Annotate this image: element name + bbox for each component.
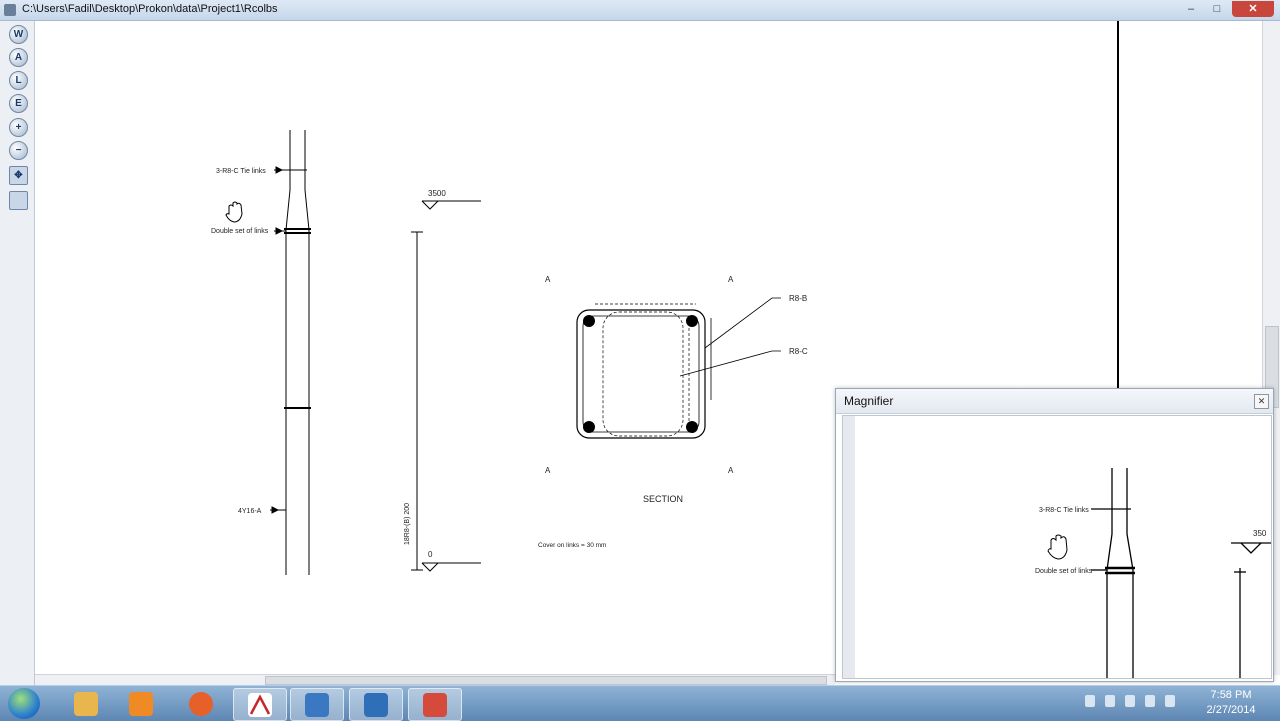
horizontal-scrollbar[interactable] [35,674,835,685]
magnifier-window[interactable]: Magnifier ✕ 3-R8-C Tie links Double set … [835,388,1274,682]
taskbar-media-player[interactable] [115,688,167,719]
window-title: C:\Users\Fadil\Desktop\Prokon\data\Proje… [22,3,278,15]
app-icon [4,4,16,16]
network-icon [364,693,388,717]
double-links-label: Double set of links [211,228,269,235]
taskbar: 7:58 PM 2/27/2014 [0,685,1280,721]
bottom-level-label: 0 [428,550,433,559]
column-elevation [284,130,311,575]
magnifier-close-button[interactable]: ✕ [1254,394,1269,409]
taskbar-prokon[interactable] [233,688,287,721]
hand-cursor-icon [225,201,243,223]
start-button[interactable] [8,688,40,719]
zoom-in-icon[interactable]: + [9,118,28,137]
clock-time: 7:58 PM [1210,689,1252,701]
link-spacing-label: 18R8-(B) 200 [404,503,411,545]
zoom-out-icon[interactable]: − [9,141,28,160]
minimize-button[interactable]: – [1180,1,1202,17]
r8-b-label: R8-B [789,294,807,303]
section-title: SECTION [643,494,683,504]
section-marker-a: A [728,275,734,284]
section-marker-a: A [545,275,551,284]
w-icon[interactable]: W [9,25,28,44]
taskbar-file-explorer[interactable] [60,688,112,719]
section-marker-a: A [728,466,734,475]
left-toolbar: W A L E + − ✥ [0,21,35,685]
magnified-double-links-label: Double set of links [1035,568,1093,575]
horizontal-scroll-thumb[interactable] [265,676,827,685]
r8-c-label: R8-C [789,347,808,356]
magnified-hand-cursor-icon [1047,534,1068,560]
rebar-dots [583,315,698,433]
top-level-label: 3500 [428,189,446,198]
system-tray [1085,694,1195,714]
window-titlebar: C:\Users\Fadil\Desktop\Prokon\data\Proje… [0,0,1280,21]
taskbar-network-app[interactable] [349,688,403,721]
magnified-level-label: 350 [1253,529,1267,538]
system-clock[interactable]: 7:58 PM 2/27/2014 [1196,688,1266,718]
maximize-button[interactable]: □ [1206,1,1228,17]
taskbar-dice-app[interactable] [408,688,462,721]
close-button[interactable]: ✕ [1232,1,1274,17]
taskbar-outlook[interactable] [290,688,344,721]
e-icon[interactable]: E [9,94,28,113]
elevation-pointers [270,166,288,514]
magnified-toolbar-strip [843,416,855,678]
a-icon[interactable]: A [9,48,28,67]
network-signal-icon[interactable] [1165,695,1175,707]
speaker-icon[interactable] [1105,695,1115,707]
l-icon[interactable]: L [9,71,28,90]
main-bars-label: 4Y16-A [238,508,262,515]
flag-icon[interactable] [1125,695,1135,707]
dice-icon [423,693,447,717]
prokon-icon [248,693,272,717]
magnified-drawing: 3-R8-C Tie links Double set of links 350 [1035,468,1271,678]
print-icon[interactable] [9,191,28,210]
taskbar-firefox[interactable] [175,688,227,719]
pan-icon[interactable]: ✥ [9,166,28,185]
magnifier-title: Magnifier [844,394,894,408]
cover-note: Cover on links = 30 mm [538,542,606,549]
magnifier-titlebar[interactable]: Magnifier ✕ [836,389,1273,414]
magnifier-view: 3-R8-C Tie links Double set of links 350 [842,415,1272,679]
magnified-tie-links-label: 3-R8-C Tie links [1039,507,1089,514]
show-hidden-icons-icon[interactable] [1085,695,1095,707]
clock-date: 2/27/2014 [1206,704,1256,716]
device-icon[interactable] [1145,695,1155,707]
section-marker-a: A [545,466,551,475]
media-player-icon [129,692,153,716]
level-markers [411,200,481,572]
tie-links-label: 3-R8-C Tie links [216,168,266,175]
firefox-icon [189,692,213,716]
outlook-icon [305,693,329,717]
folder-icon [74,692,98,716]
